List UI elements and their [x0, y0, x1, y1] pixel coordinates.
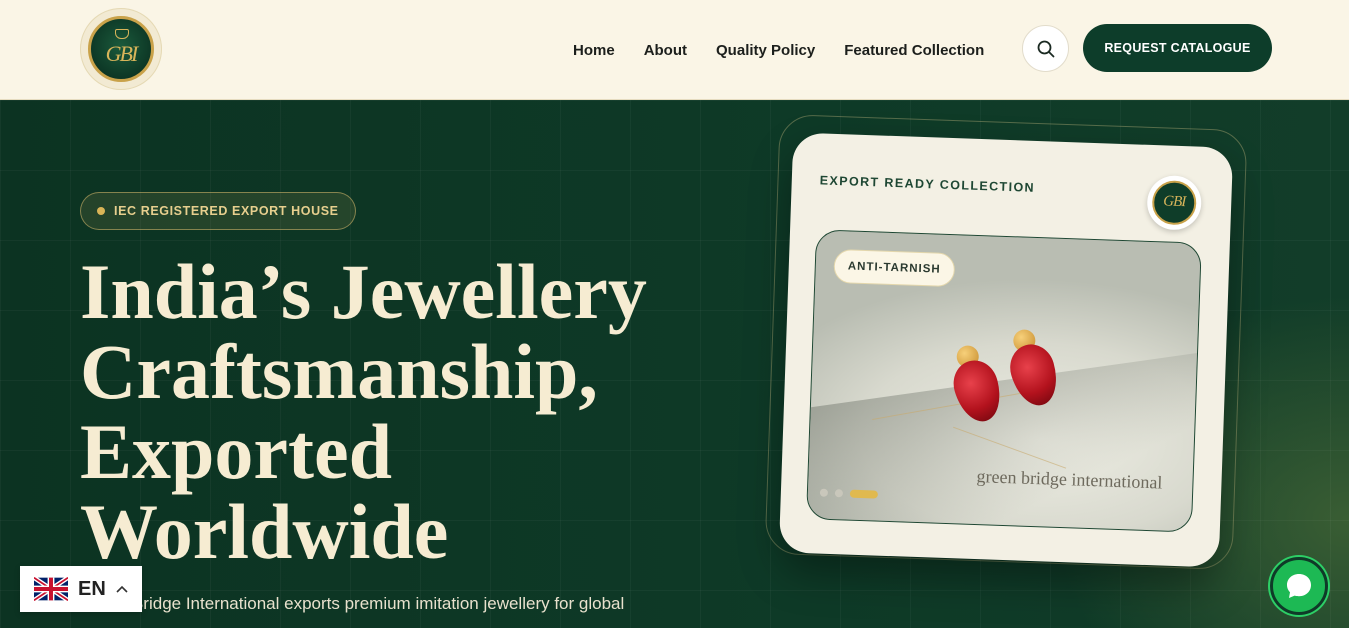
chat-bubble-icon	[1287, 574, 1311, 598]
hero-headline: India’s Jewellery Craftsmanship, Exporte…	[80, 252, 680, 572]
logo[interactable]: GBI	[80, 8, 162, 90]
carousel-dot[interactable]	[819, 488, 829, 497]
nav-featured-collection[interactable]: Featured Collection	[844, 42, 984, 59]
hero-subtext: Green Bridge International exports premi…	[80, 594, 625, 613]
card-logo: GBI	[1146, 174, 1203, 231]
request-catalogue-button[interactable]: REQUEST CATALOGUE	[1083, 24, 1272, 72]
site-header: GBI Home About Quality Policy Featured C…	[0, 0, 1349, 100]
badge-label: IEC REGISTERED EXPORT HOUSE	[114, 204, 339, 218]
nav-about[interactable]: About	[644, 42, 687, 59]
logo-text: GBI	[105, 41, 139, 66]
badge-dot	[97, 207, 105, 215]
headline-line-1: India’s Jewellery	[80, 248, 647, 335]
nav-quality-policy[interactable]: Quality Policy	[716, 42, 815, 59]
logo-emblem: GBI	[88, 16, 154, 82]
product-photo: ANTI-TARNISH green bridge international	[805, 229, 1202, 533]
chevron-up-icon	[116, 585, 128, 593]
search-button[interactable]	[1022, 25, 1069, 72]
headline-line-4: Worldwide	[80, 488, 449, 575]
chat-button[interactable]	[1270, 557, 1328, 615]
card-logo-text: GBI	[1151, 180, 1197, 226]
carousel-dot[interactable]	[834, 489, 844, 498]
diamond-icon	[115, 29, 129, 39]
export-collection-card: EXPORT READY COLLECTION GBI ANTI-TARNISH…	[778, 132, 1234, 568]
uk-flag-icon	[34, 577, 68, 601]
search-icon	[1037, 40, 1054, 57]
language-code: EN	[78, 577, 106, 600]
main-nav: Home About Quality Policy Featured Colle…	[573, 0, 984, 100]
nav-home[interactable]: Home	[573, 42, 615, 59]
headline-line-2: Craftsmanship,	[80, 328, 598, 415]
language-selector[interactable]: EN	[20, 566, 142, 612]
headline-line-3: Exported	[80, 408, 392, 495]
card-title: EXPORT READY COLLECTION	[819, 173, 1036, 195]
export-house-badge: IEC REGISTERED EXPORT HOUSE	[80, 192, 356, 230]
anti-tarnish-tag: ANTI-TARNISH	[833, 248, 956, 288]
carousel-dot-active[interactable]	[849, 489, 879, 499]
photo-shadow	[805, 345, 1202, 533]
